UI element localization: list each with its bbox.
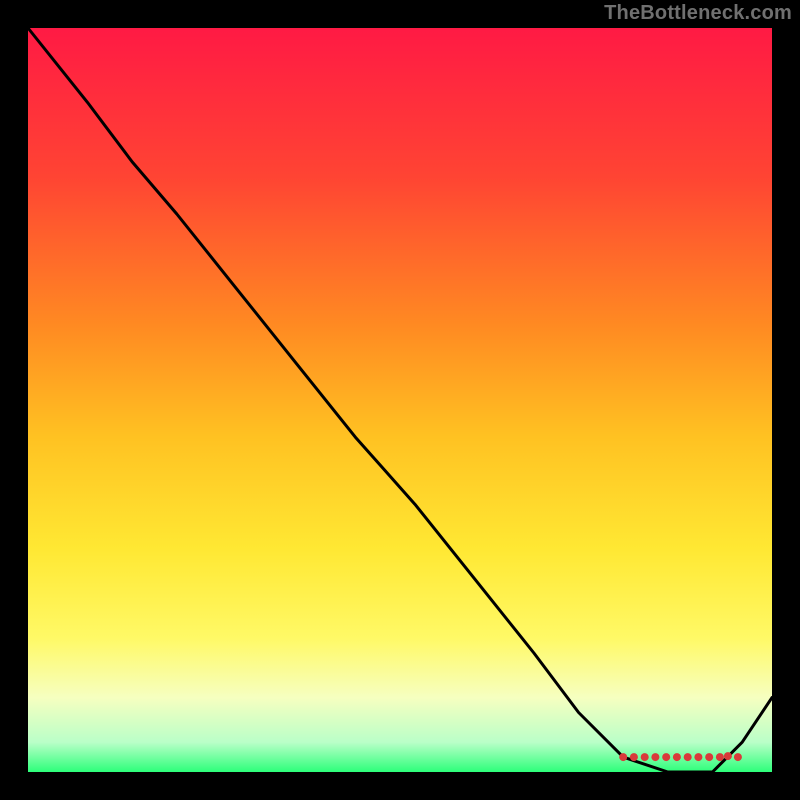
watermark-text: TheBottleneck.com — [604, 2, 792, 25]
chart-stage: TheBottleneck.com — [0, 0, 800, 800]
marker-dot — [630, 753, 638, 761]
marker-dot — [673, 753, 681, 761]
chart-svg — [0, 0, 800, 800]
plot-background — [28, 28, 772, 772]
marker-dot — [641, 753, 649, 761]
marker-dot — [724, 752, 732, 760]
marker-dot — [716, 753, 724, 761]
marker-dot — [705, 753, 713, 761]
marker-dot — [684, 753, 692, 761]
marker-dot — [734, 753, 742, 761]
marker-dot — [694, 753, 702, 761]
marker-dot — [619, 753, 627, 761]
marker-dot — [651, 753, 659, 761]
marker-dot — [662, 753, 670, 761]
